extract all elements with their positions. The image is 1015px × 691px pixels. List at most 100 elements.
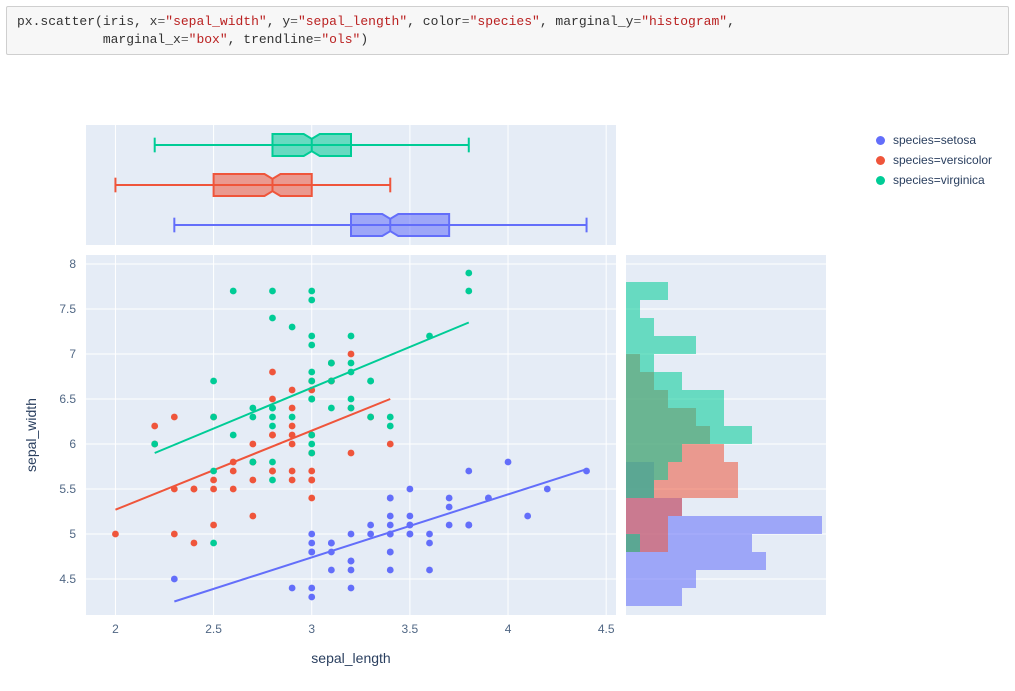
hist-bar[interactable] (626, 282, 668, 300)
scatter-point[interactable] (230, 468, 237, 475)
scatter-point[interactable] (269, 423, 276, 430)
hist-bar[interactable] (626, 552, 766, 570)
scatter-point[interactable] (465, 468, 472, 475)
scatter-point[interactable] (465, 288, 472, 295)
scatter-point[interactable] (308, 594, 315, 601)
scatter-point[interactable] (230, 288, 237, 295)
scatter-point[interactable] (289, 414, 296, 421)
scatter-point[interactable] (348, 567, 355, 574)
scatter-point[interactable] (308, 396, 315, 403)
scatter-point[interactable] (171, 414, 178, 421)
scatter-point[interactable] (387, 441, 394, 448)
scatter-point[interactable] (328, 405, 335, 412)
scatter-point[interactable] (505, 459, 512, 466)
scatter-point[interactable] (387, 549, 394, 556)
scatter-point[interactable] (524, 513, 531, 520)
scatter-point[interactable] (544, 486, 551, 493)
scatter-point[interactable] (269, 477, 276, 484)
scatter-point[interactable] (348, 333, 355, 340)
scatter-point[interactable] (210, 414, 217, 421)
scatter-point[interactable] (269, 288, 276, 295)
scatter-point[interactable] (308, 495, 315, 502)
scatter-point[interactable] (328, 567, 335, 574)
scatter-point[interactable] (269, 432, 276, 439)
scatter-point[interactable] (210, 522, 217, 529)
scatter-point[interactable] (328, 360, 335, 367)
scatter-point[interactable] (308, 477, 315, 484)
scatter-point[interactable] (289, 387, 296, 394)
scatter-point[interactable] (426, 567, 433, 574)
scatter-point[interactable] (308, 297, 315, 304)
hist-bar[interactable] (626, 462, 668, 480)
hist-bar[interactable] (626, 498, 682, 516)
scatter-point[interactable] (249, 459, 256, 466)
scatter-point[interactable] (308, 369, 315, 376)
scatter-point[interactable] (348, 558, 355, 565)
scatter-point[interactable] (289, 423, 296, 430)
scatter-point[interactable] (308, 432, 315, 439)
scatter-point[interactable] (269, 369, 276, 376)
scatter-point[interactable] (465, 270, 472, 277)
scatter-point[interactable] (387, 522, 394, 529)
legend-item-setosa[interactable]: species=setosa (876, 133, 992, 147)
scatter-point[interactable] (406, 513, 413, 520)
scatter-point[interactable] (249, 414, 256, 421)
scatter-point[interactable] (387, 567, 394, 574)
scatter-point[interactable] (348, 585, 355, 592)
scatter-point[interactable] (210, 468, 217, 475)
scatter-point[interactable] (367, 522, 374, 529)
scatter-point[interactable] (308, 378, 315, 385)
scatter-point[interactable] (387, 414, 394, 421)
hist-bar[interactable] (626, 336, 696, 354)
scatter-point[interactable] (269, 414, 276, 421)
scatter-point[interactable] (151, 441, 158, 448)
scatter-point[interactable] (308, 288, 315, 295)
hist-bar[interactable] (626, 534, 640, 552)
scatter-point[interactable] (269, 396, 276, 403)
scatter-point[interactable] (210, 477, 217, 484)
scatter-point[interactable] (249, 513, 256, 520)
scatter-point[interactable] (387, 513, 394, 520)
scatter-point[interactable] (289, 585, 296, 592)
hist-bar[interactable] (626, 408, 724, 426)
scatter-point[interactable] (269, 468, 276, 475)
scatter-point[interactable] (446, 495, 453, 502)
scatter-point[interactable] (308, 540, 315, 547)
hist-bar[interactable] (626, 390, 724, 408)
scatter-point[interactable] (249, 477, 256, 484)
scatter-point[interactable] (151, 423, 158, 430)
scatter-point[interactable] (269, 315, 276, 322)
scatter-point[interactable] (289, 468, 296, 475)
hist-bar[interactable] (626, 300, 640, 318)
scatter-point[interactable] (230, 486, 237, 493)
scatter-point[interactable] (406, 531, 413, 538)
legend-item-versicolor[interactable]: species=versicolor (876, 153, 992, 167)
scatter-point[interactable] (171, 576, 178, 583)
scatter-point[interactable] (308, 450, 315, 457)
scatter-point[interactable] (289, 477, 296, 484)
scatter-point[interactable] (426, 540, 433, 547)
scatter-point[interactable] (289, 441, 296, 448)
scatter-point[interactable] (289, 405, 296, 412)
scatter-point[interactable] (348, 531, 355, 538)
hist-bar[interactable] (626, 444, 682, 462)
scatter-point[interactable] (210, 486, 217, 493)
scatter-point[interactable] (348, 351, 355, 358)
scatter-point[interactable] (289, 324, 296, 331)
scatter-point[interactable] (367, 378, 374, 385)
scatter-point[interactable] (406, 486, 413, 493)
box-body[interactable] (351, 214, 449, 236)
scatter-point[interactable] (367, 414, 374, 421)
scatter-point[interactable] (308, 342, 315, 349)
scatter-point[interactable] (387, 423, 394, 430)
scatter-point[interactable] (171, 531, 178, 538)
hist-bar[interactable] (626, 426, 752, 444)
scatter-point[interactable] (348, 450, 355, 457)
scatter-point[interactable] (210, 378, 217, 385)
legend-item-virginica[interactable]: species=virginica (876, 173, 992, 187)
scatter-point[interactable] (269, 459, 276, 466)
scatter-point[interactable] (191, 486, 198, 493)
box-body[interactable] (214, 174, 312, 196)
scatter-point[interactable] (446, 504, 453, 511)
scatter-point[interactable] (308, 333, 315, 340)
